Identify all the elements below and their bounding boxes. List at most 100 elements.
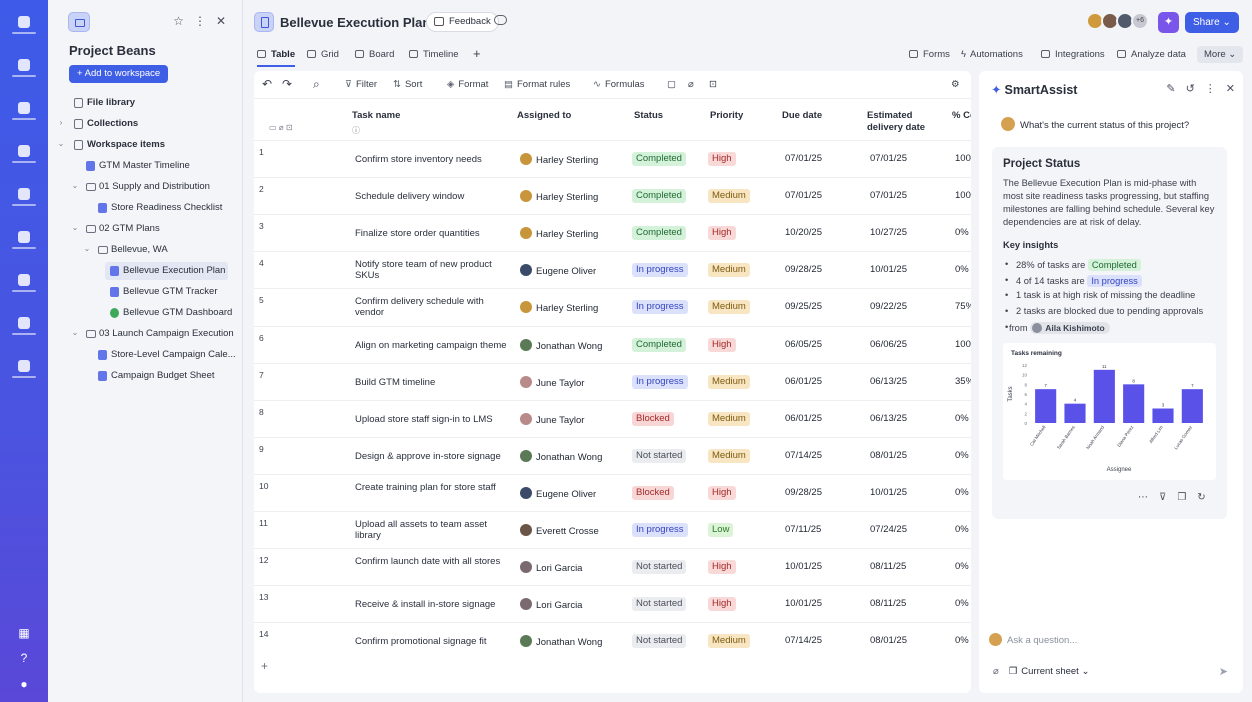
status-badge[interactable]: In progress — [632, 300, 688, 315]
add-row-button[interactable]: + — [261, 659, 268, 673]
due-date-cell[interactable]: 10/01/25 — [785, 561, 822, 572]
task-name-cell[interactable]: Align on marketing campaign theme — [355, 340, 510, 351]
task-name-cell[interactable]: Confirm promotional signage fit — [355, 636, 510, 647]
estimated-date-cell[interactable]: 10/27/25 — [870, 227, 907, 238]
assigned-cell[interactable]: Eugene Oliver — [520, 264, 596, 277]
percent-complete-cell[interactable]: 0% — [955, 635, 969, 646]
task-name-cell[interactable]: Schedule delivery window — [355, 191, 510, 202]
assigned-cell[interactable]: June Taylor — [520, 412, 584, 426]
chevron-icon[interactable]: ⌄ — [70, 328, 80, 337]
due-date-cell[interactable]: 06/05/25 — [785, 339, 822, 350]
column-header-status[interactable]: Status — [634, 110, 663, 122]
sidebar-item[interactable]: Campaign Budget Sheet — [48, 366, 242, 387]
tab-grid[interactable]: Grid — [307, 49, 339, 60]
column-header-assigned[interactable]: Assigned to — [517, 110, 571, 122]
estimated-date-cell[interactable]: 07/01/25 — [870, 153, 907, 164]
due-date-cell[interactable]: 06/01/25 — [785, 413, 822, 424]
estimated-date-cell[interactable]: 09/22/25 — [870, 301, 907, 312]
assigned-cell[interactable]: Lori Garcia — [520, 561, 582, 574]
percent-complete-cell[interactable]: 35% — [955, 376, 971, 387]
assigned-cell[interactable]: Eugene Oliver — [520, 486, 596, 500]
filter-icon[interactable]: ⊽ — [1159, 492, 1166, 503]
browse-icon[interactable] — [10, 57, 38, 83]
sidebar-item[interactable]: Store-Level Campaign Cale... — [48, 345, 242, 366]
priority-badge[interactable]: High — [708, 597, 736, 612]
percent-complete-cell[interactable]: 0% — [955, 561, 969, 572]
status-badge[interactable]: Blocked — [632, 411, 674, 426]
close-icon[interactable]: ✕ — [216, 14, 226, 28]
column-header-task[interactable]: Task name — [352, 110, 400, 122]
forms-button[interactable]: Forms — [909, 49, 950, 60]
feedback-button[interactable]: Feedback — [426, 12, 499, 32]
user-avatar[interactable]: ● — [12, 674, 36, 694]
due-date-cell[interactable]: 10/20/25 — [785, 227, 822, 238]
status-badge[interactable]: Blocked — [632, 485, 674, 500]
sheet-title[interactable]: Bellevue Execution Plan — [280, 15, 430, 30]
sidebar-item[interactable]: Bellevue Execution Plan — [48, 261, 242, 282]
percent-complete-cell[interactable]: 100 — [955, 153, 971, 164]
due-date-cell[interactable]: 10/01/25 — [785, 598, 822, 609]
task-name-cell[interactable]: Upload all assets to team asset library — [355, 519, 510, 541]
recents-icon[interactable] — [10, 100, 38, 126]
status-badge[interactable]: In progress — [632, 374, 688, 389]
table-row[interactable]: 10 Create training plan for store staff Eu… — [254, 473, 971, 511]
tab-board[interactable]: Board — [355, 49, 394, 60]
priority-badge[interactable]: Medium — [708, 634, 750, 649]
priority-badge[interactable]: High — [708, 485, 736, 500]
due-date-cell[interactable]: 09/25/25 — [785, 301, 822, 312]
percent-complete-cell[interactable]: 75% — [955, 301, 971, 312]
proof-icon[interactable]: ⊡ — [709, 79, 717, 90]
sort-button[interactable]: ⇅ Sort — [393, 79, 422, 90]
priority-badge[interactable]: High — [708, 226, 736, 241]
table-row[interactable]: 13 Receive & install in-store signage Lori… — [254, 585, 971, 622]
more-icon[interactable]: ⋮ — [194, 14, 206, 28]
estimated-date-cell[interactable]: 07/01/25 — [870, 190, 907, 201]
assigned-cell[interactable]: Jonathan Wong — [520, 635, 602, 648]
more-button[interactable]: More ⌄ — [1197, 46, 1244, 63]
history-icon[interactable]: ↺ — [1186, 82, 1195, 95]
priority-badge[interactable]: Low — [708, 523, 734, 537]
assigned-cell[interactable]: Harley Sterling — [520, 153, 598, 166]
refresh-icon[interactable]: ↻ — [1197, 492, 1205, 503]
task-name-cell[interactable]: Design & approve in-store signage — [355, 451, 510, 462]
automations-button[interactable]: ϟ Automations — [961, 49, 1023, 60]
priority-badge[interactable]: High — [708, 560, 736, 575]
formulas-button[interactable]: ∿ Formulas — [593, 79, 645, 90]
task-name-cell[interactable]: Receive & install in-store signage — [355, 599, 510, 610]
percent-complete-cell[interactable]: 0% — [955, 524, 969, 535]
sidebar-item[interactable]: ⌄ Workspace items — [48, 135, 242, 156]
table-row[interactable]: 12 Confirm launch date with all stores Lor… — [254, 548, 971, 585]
chevron-icon[interactable]: ⌄ — [56, 139, 66, 148]
percent-complete-cell[interactable]: 0% — [955, 227, 969, 238]
assigned-cell[interactable]: Jonathan Wong — [520, 449, 602, 463]
percent-complete-cell[interactable]: 0% — [955, 450, 969, 461]
assigned-cell[interactable]: Harley Sterling — [520, 301, 598, 314]
send-icon[interactable]: ➤ — [1219, 665, 1228, 678]
due-date-cell[interactable]: 07/11/25 — [785, 524, 821, 535]
table-row[interactable]: 7 Build GTM timeline June Taylor In progres… — [254, 362, 971, 400]
estimated-date-cell[interactable]: 08/11/25 — [870, 561, 906, 572]
add-to-workspace-button[interactable]: + Add to workspace — [69, 65, 169, 83]
due-date-cell[interactable]: 06/01/25 — [785, 376, 822, 387]
add-view-button[interactable]: + — [473, 46, 481, 61]
share-button[interactable]: Share ⌄ — [1185, 12, 1239, 33]
table-row[interactable]: 11 Upload all assets to team asset librar… — [254, 511, 971, 548]
priority-badge[interactable]: Medium — [708, 374, 750, 389]
sidebar-item[interactable]: Bellevue GTM Dashboard — [48, 303, 242, 324]
task-name-cell[interactable]: Notify store team of new product SKUs — [355, 259, 510, 281]
apps-icon[interactable] — [10, 229, 38, 255]
task-name-cell[interactable]: Confirm launch date with all stores — [355, 556, 510, 567]
sidebar-item[interactable]: File library — [48, 93, 242, 114]
task-name-cell[interactable]: Upload store staff sign-in to LMS — [355, 414, 510, 425]
analyze-data-button[interactable]: Analyze data — [1117, 49, 1186, 60]
estimated-date-cell[interactable]: 08/01/25 — [870, 450, 907, 461]
ai-sparkle-button[interactable]: ✦ — [1158, 12, 1179, 33]
table-row[interactable]: 2 Schedule delivery window Harley Sterling… — [254, 177, 971, 214]
chevron-icon[interactable]: › — [56, 118, 66, 127]
assigned-cell[interactable]: Lori Garcia — [520, 598, 582, 611]
percent-complete-cell[interactable]: 0% — [955, 264, 969, 275]
table-row[interactable]: 14 Confirm promotional signage fit Jonatha… — [254, 622, 971, 659]
favorites-icon[interactable] — [10, 143, 38, 169]
estimated-date-cell[interactable]: 06/06/25 — [870, 339, 907, 350]
status-badge[interactable]: Completed — [632, 152, 686, 166]
